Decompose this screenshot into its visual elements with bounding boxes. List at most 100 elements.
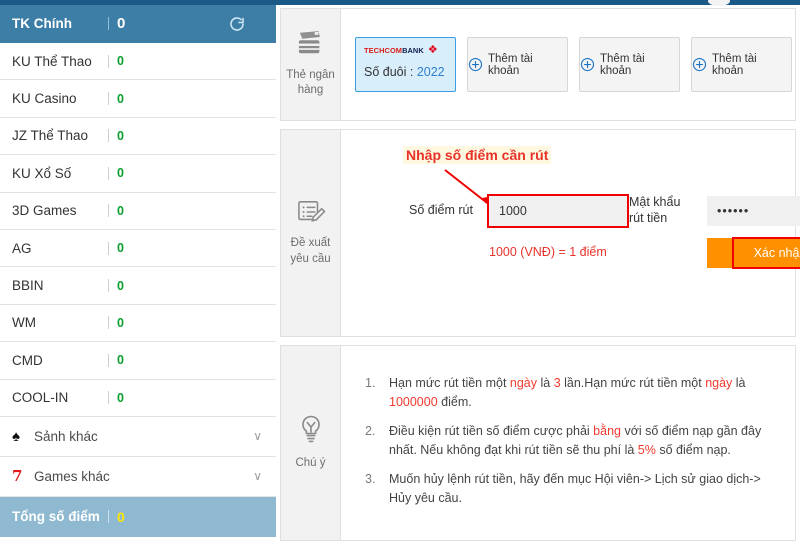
- notice-text: là: [732, 376, 746, 390]
- bank-tail-value: 2022: [416, 65, 445, 79]
- spade-icon: ♠: [12, 427, 20, 445]
- sidebar-header-main-account[interactable]: TK Chính 0: [0, 5, 276, 43]
- refresh-icon[interactable]: [228, 15, 246, 33]
- notice-highlight: ngày: [705, 376, 733, 390]
- account-balance: 0: [117, 241, 124, 256]
- notice-text: số điểm nạp.: [655, 443, 731, 458]
- divider: [108, 391, 109, 405]
- account-balance: 0: [117, 166, 124, 181]
- divider: [108, 92, 109, 106]
- conversion-rate-text: 1000 (VNĐ) = 1 điểm: [489, 245, 607, 259]
- account-sidebar: TK Chính 0 KU Thể Thao 0 KU Casino 0 JZ …: [0, 5, 276, 541]
- request-panel-title: Đề xuất yêu cầu: [290, 237, 331, 265]
- brand-red-text: TECHCOM: [364, 46, 403, 55]
- bank-card-panel: Thẻ ngân hàng TECHCOMBANK ❖ Số đuôi : 20…: [280, 8, 796, 121]
- sidebar-group-other-lobby[interactable]: ♠ Sảnh khác ∨: [0, 416, 276, 457]
- bank-panel-side-label: Thẻ ngân hàng: [281, 9, 341, 120]
- list-item[interactable]: KU Casino 0: [0, 80, 276, 118]
- list-item[interactable]: KU Thể Thao 0: [0, 43, 276, 81]
- account-list: KU Thể Thao 0 KU Casino 0 JZ Thể Thao 0 …: [0, 43, 276, 417]
- password-field-label: Mật khẩu rút tiền: [629, 195, 681, 226]
- divider: [108, 241, 109, 255]
- main-account-label: TK Chính: [12, 16, 72, 31]
- notice-text: là: [537, 376, 554, 390]
- account-balance: 0: [117, 315, 124, 330]
- list-item[interactable]: BBIN 0: [0, 267, 276, 305]
- main-content: Thẻ ngân hàng TECHCOMBANK ❖ Số đuôi : 20…: [280, 8, 800, 541]
- plus-circle-icon: [580, 57, 595, 72]
- bank-card-tail: Số đuôi : 2022: [364, 65, 447, 79]
- account-balance: 0: [117, 278, 124, 293]
- notice-text: Điều kiện rút tiền số điểm cược phải: [389, 423, 594, 438]
- main-account-balance: 0: [117, 15, 126, 32]
- account-name: WM: [12, 315, 36, 331]
- divider: [108, 54, 109, 68]
- points-field-label: Số điểm rút: [409, 203, 473, 217]
- notice-item: Muốn hủy lệnh rút tiền, hãy đến mục Hội …: [363, 470, 777, 509]
- account-name: AG: [12, 240, 32, 256]
- list-item[interactable]: JZ Thể Thao 0: [0, 117, 276, 156]
- account-balance: 0: [117, 128, 124, 143]
- bank-panel-body: TECHCOMBANK ❖ Số đuôi : 2022 Thêm tài kh…: [341, 9, 800, 120]
- add-account-label: Thêm tài khoản: [600, 52, 645, 77]
- seven-icon: 7: [12, 466, 23, 485]
- divider: [108, 129, 109, 143]
- add-account-button-2[interactable]: Thêm tài khoản: [579, 37, 680, 92]
- account-name: KU Thể Thao: [12, 53, 92, 69]
- list-item[interactable]: COOL-IN 0: [0, 379, 276, 417]
- account-balance: 0: [117, 54, 124, 69]
- divider: [108, 204, 109, 218]
- request-panel-body: Nhập số điểm cần rút Số điểm rút Mật khẩ…: [341, 130, 800, 336]
- account-balance: 0: [117, 91, 124, 106]
- chevron-down-icon[interactable]: ∨: [253, 469, 262, 483]
- bank-tail-label: Số đuôi :: [364, 65, 414, 79]
- notice-panel: Chú ý Hạn mức rút tiền một ngày là 3 lần…: [280, 345, 796, 541]
- notice-list: Hạn mức rút tiền một ngày là 3 lần.Hạn m…: [363, 374, 777, 508]
- list-item[interactable]: CMD 0: [0, 342, 276, 380]
- annotation-callout: Nhập số điểm cần rút: [403, 146, 552, 164]
- add-account-button-3[interactable]: Thêm tài khoản: [691, 37, 792, 92]
- techcombank-mark-icon: ❖: [427, 44, 438, 56]
- add-account-button-1[interactable]: Thêm tài khoản: [467, 37, 568, 92]
- plus-circle-icon: [468, 57, 483, 72]
- withdraw-password-input[interactable]: [707, 196, 800, 226]
- sidebar-total-points: Tổng số điểm 0: [0, 496, 276, 537]
- notice-text: Hạn mức rút tiền một: [389, 376, 510, 390]
- account-name: BBIN: [12, 278, 44, 294]
- add-account-label: Thêm tài khoản: [712, 52, 757, 77]
- divider: [108, 510, 109, 524]
- list-item[interactable]: 3D Games 0: [0, 192, 276, 230]
- chevron-down-icon[interactable]: ∨: [253, 429, 262, 443]
- divider: [108, 166, 109, 180]
- notice-highlight: 5%: [637, 443, 656, 458]
- divider: [108, 17, 109, 30]
- notice-text: Muốn hủy lệnh rút tiền, hãy đến mục Hội …: [389, 471, 761, 505]
- account-name: KU Xổ Số: [12, 165, 72, 181]
- account-balance: 0: [117, 353, 124, 368]
- list-item[interactable]: AG 0: [0, 229, 276, 268]
- list-item[interactable]: KU Xổ Số 0: [0, 155, 276, 193]
- notice-highlight: bằng: [593, 423, 621, 438]
- sidebar-group-label: Games khác: [34, 468, 110, 484]
- bank-card-techcombank[interactable]: TECHCOMBANK ❖ Số đuôi : 2022: [355, 37, 456, 92]
- notice-panel-title: Chú ý: [295, 457, 326, 469]
- account-name: KU Casino: [12, 91, 77, 107]
- divider: [108, 353, 109, 367]
- list-item[interactable]: WM 0: [0, 304, 276, 343]
- notice-highlight: 3: [553, 376, 561, 390]
- account-name: 3D Games: [12, 203, 77, 219]
- techcombank-logo: TECHCOMBANK ❖: [364, 45, 447, 56]
- notice-highlight: ngày: [509, 376, 538, 390]
- notice-text: lần.Hạn mức rút tiền một: [560, 376, 706, 390]
- list-edit-icon: [296, 199, 326, 231]
- confirm-button[interactable]: Xác nhận: [707, 238, 800, 268]
- request-panel-side-label: Đề xuất yêu cầu: [281, 130, 341, 336]
- top-bar-notch: [708, 0, 730, 6]
- notice-text: điểm.: [437, 395, 472, 410]
- lightbulb-icon: [297, 414, 325, 450]
- plus-circle-icon: [692, 57, 707, 72]
- notice-panel-body: Hạn mức rút tiền một ngày là 3 lần.Hạn m…: [341, 346, 795, 540]
- points-input[interactable]: [489, 196, 627, 226]
- sidebar-group-other-games[interactable]: 7 Games khác ∨: [0, 456, 276, 497]
- account-name: JZ Thể Thao: [12, 128, 89, 144]
